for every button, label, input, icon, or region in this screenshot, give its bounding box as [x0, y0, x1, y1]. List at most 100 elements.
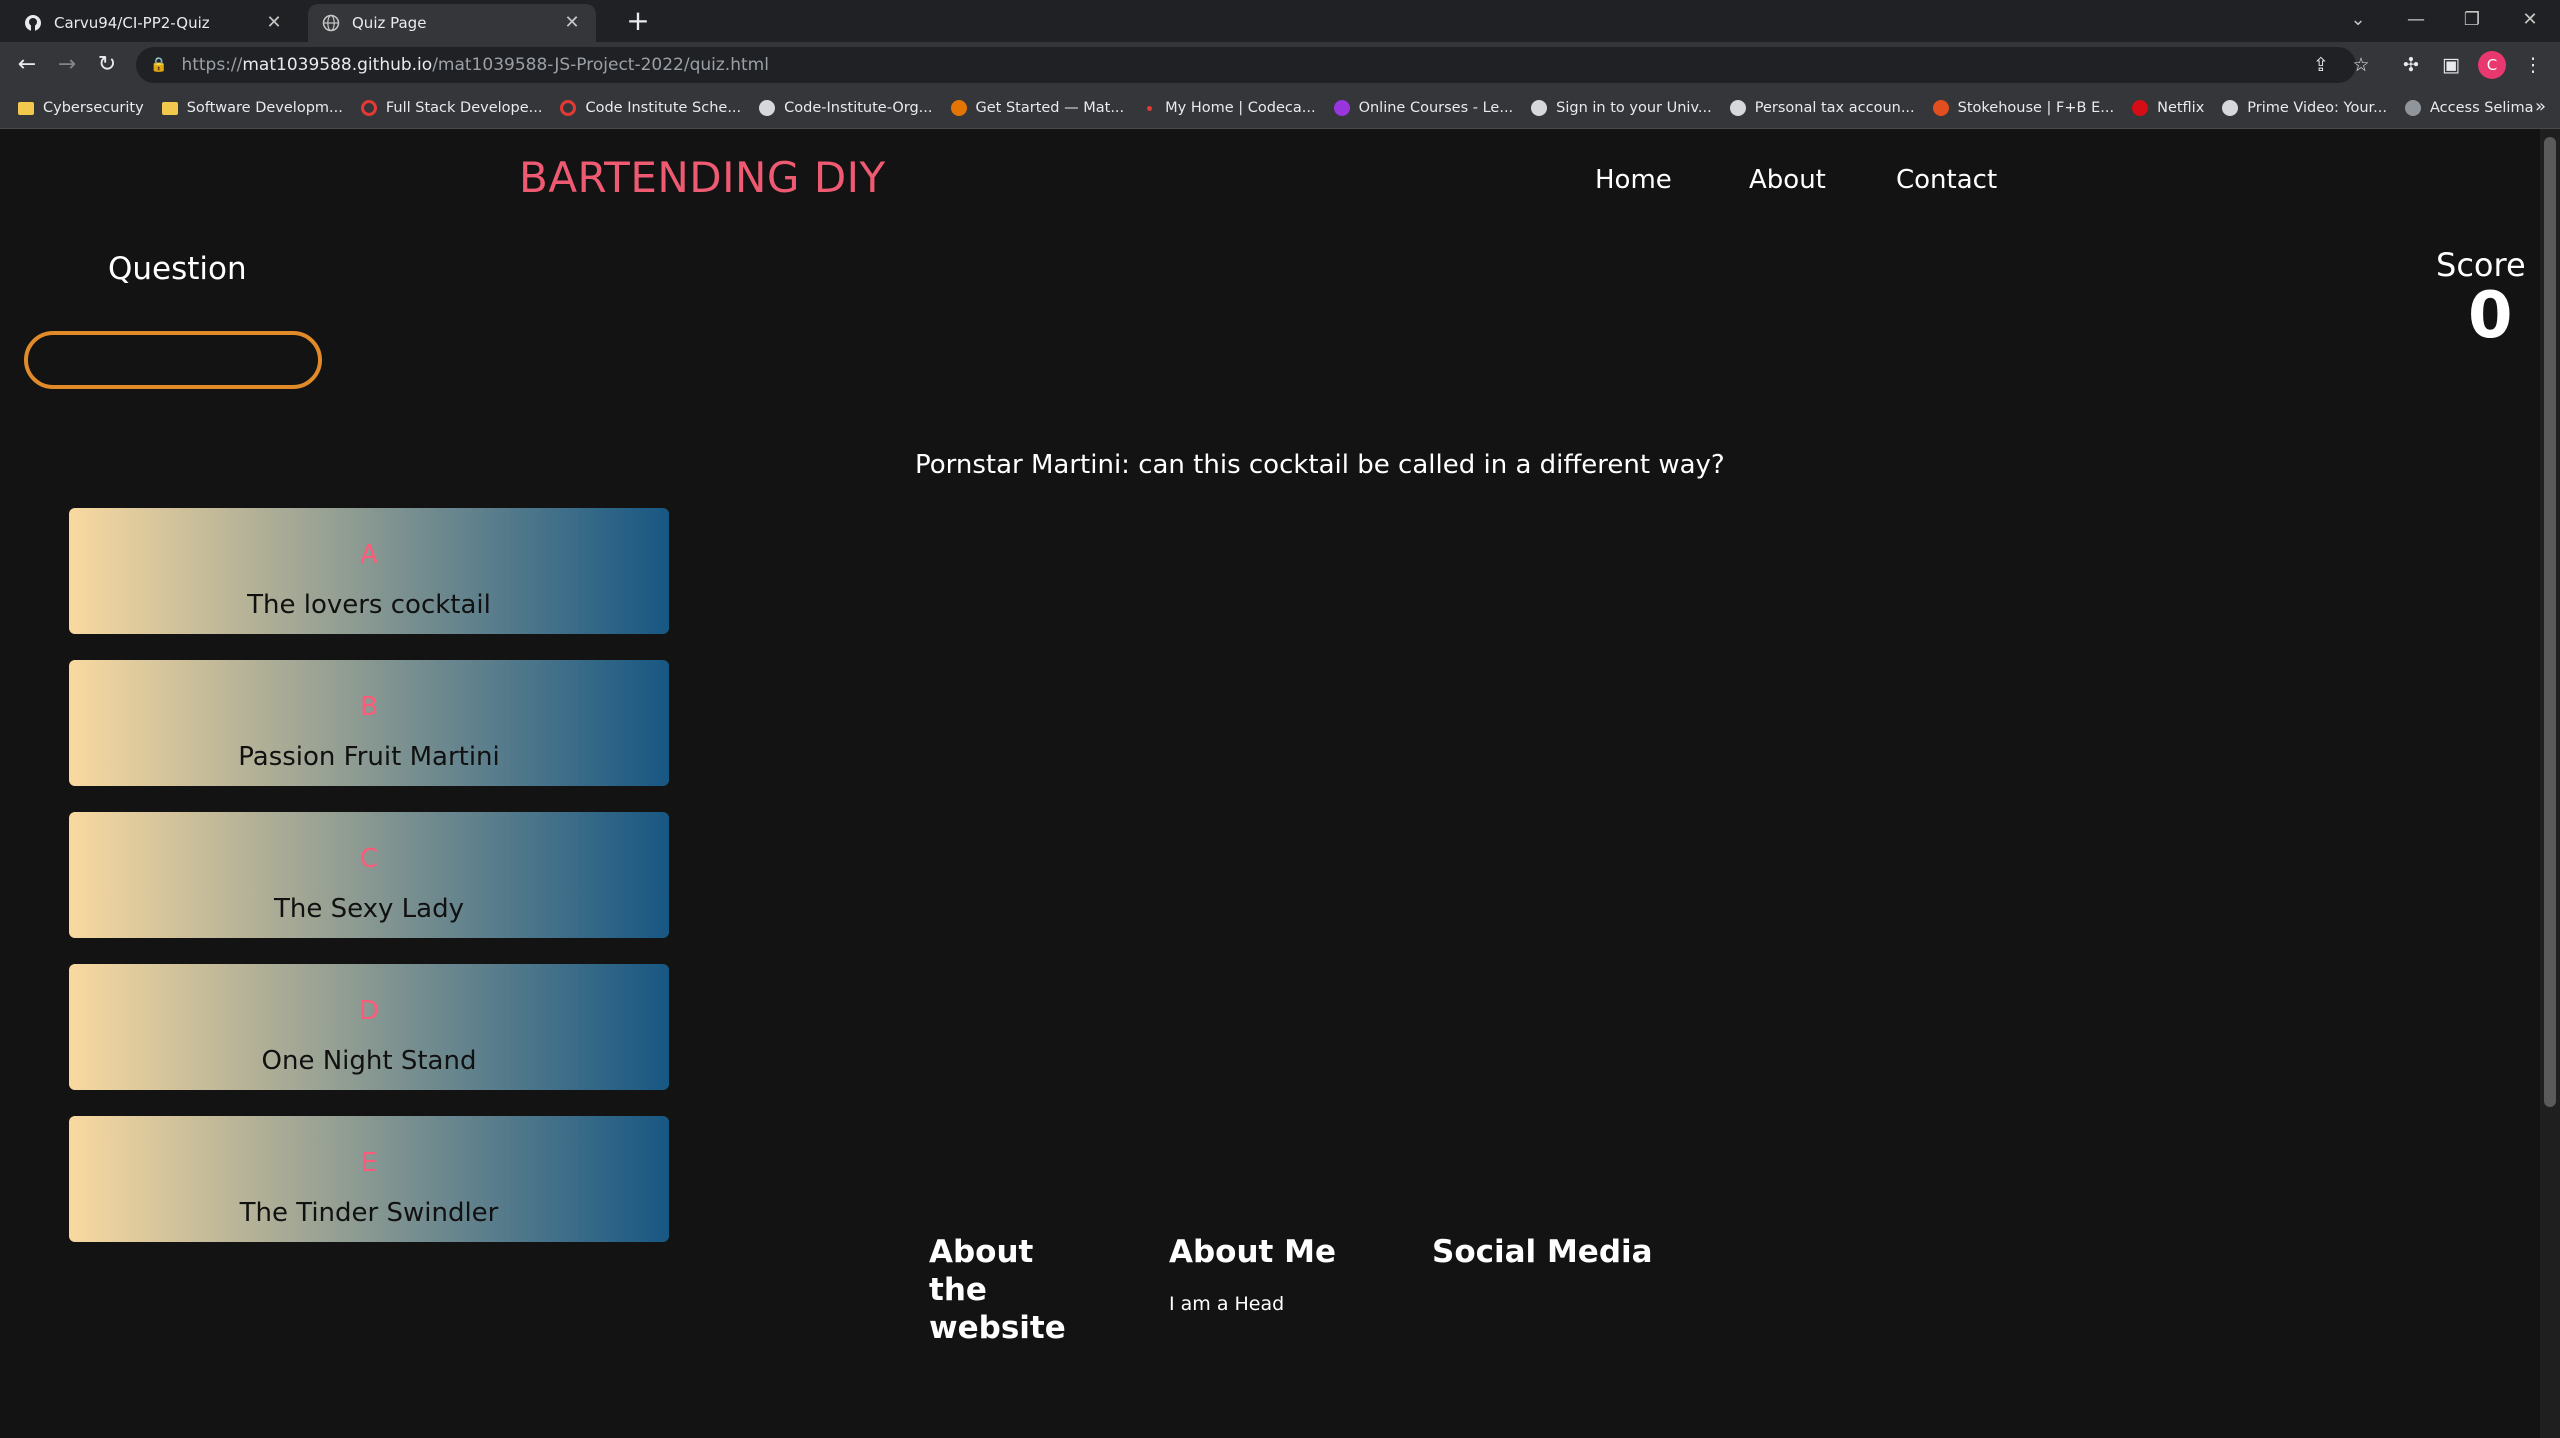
bookmark-label: Code-Institute-Org... — [784, 100, 933, 116]
new-tab-button[interactable]: + — [622, 6, 654, 38]
question-text: Pornstar Martini: can this cocktail be c… — [915, 450, 1725, 480]
crown-icon — [1729, 100, 1746, 116]
share-icon[interactable]: ⇪ — [2306, 50, 2336, 80]
url-host: mat1039588.github.io — [242, 55, 433, 75]
bookmark-label: My Home | Codeca... — [1165, 100, 1316, 116]
answer-letter: B — [360, 692, 378, 722]
answer-text: Passion Fruit Martini — [238, 742, 500, 772]
scrollbar-thumb[interactable] — [2544, 137, 2556, 1107]
plus-icon — [1932, 100, 1949, 116]
answer-letter: D — [358, 996, 380, 1026]
question-counter-label: Question — [108, 251, 247, 287]
github-icon — [759, 100, 776, 116]
back-arrow-icon[interactable]: ← — [12, 50, 42, 80]
globe-icon — [322, 14, 340, 32]
footer-about-me-text: I am a Head — [1169, 1293, 1285, 1315]
bookmark-label: Netflix — [2157, 100, 2205, 116]
answer-button-d[interactable]: D One Night Stand — [69, 964, 669, 1090]
bookmark-label: Full Stack Develope... — [385, 100, 543, 116]
extensions-icon[interactable]: ✣ — [2396, 50, 2426, 80]
bookmark-label: Code Institute Sche... — [585, 100, 742, 116]
udemy-icon — [1333, 100, 1350, 116]
profile-avatar[interactable]: C — [2478, 51, 2506, 79]
menu-kebab-icon[interactable]: ⋮ — [2518, 50, 2548, 80]
bookmark-item[interactable]: Online Courses - Le... — [1333, 100, 1514, 116]
browser-tab-github[interactable]: Carvu94/CI-PP2-Quiz ✕ — [10, 4, 298, 42]
bookmark-label: Access Selima — [2430, 100, 2534, 116]
nav-home[interactable]: Home — [1595, 165, 1672, 195]
bookmarks-overflow-icon[interactable]: » — [2535, 96, 2546, 117]
nav-about[interactable]: About — [1749, 165, 1826, 195]
folder-icon — [161, 101, 178, 115]
bookmark-label: Online Courses - Le... — [1358, 100, 1514, 116]
browser-tab-bar: Carvu94/CI-PP2-Quiz ✕ Quiz Page ✕ + ⌄ — … — [0, 0, 2560, 42]
bookmark-item[interactable]: Software Developm... — [161, 100, 343, 116]
minimize-button[interactable]: — — [2396, 4, 2436, 36]
forward-arrow-icon[interactable]: → — [52, 50, 82, 80]
progress-bar — [24, 331, 322, 389]
bookmark-item[interactable]: Sign in to your Univ... — [1531, 100, 1712, 116]
bookmark-label: Cybersecurity — [43, 100, 144, 116]
answer-button-c[interactable]: C The Sexy Lady — [69, 812, 669, 938]
footer-heading-about-website: About the website — [929, 1234, 1066, 1346]
answer-text: The Sexy Lady — [273, 894, 464, 924]
amazon-icon — [2222, 100, 2239, 116]
bookmark-label: Prime Video: Your... — [2247, 100, 2388, 116]
close-tab-icon[interactable]: ✕ — [562, 13, 582, 33]
github-icon — [24, 14, 42, 32]
reload-icon[interactable]: ↻ — [92, 50, 122, 80]
bookmark-item[interactable]: Full Stack Develope... — [360, 100, 543, 116]
bookmark-item[interactable]: Get Started — Mat... — [950, 100, 1125, 116]
url-scheme: https:// — [181, 55, 243, 75]
bookmarks-bar: Cybersecurity Software Developm... Full St… — [0, 88, 2560, 129]
bookmark-item[interactable]: Personal tax accoun... — [1729, 100, 1915, 116]
bookmark-item[interactable]: Netflix — [2132, 100, 2204, 116]
score-value: 0 — [2468, 279, 2513, 353]
globe-icon — [2405, 100, 2422, 116]
bookmark-item[interactable]: Access Selima — [2405, 100, 2533, 116]
circle-icon — [360, 100, 377, 116]
answer-button-b[interactable]: B Passion Fruit Martini — [69, 660, 669, 786]
bookmark-label: Software Developm... — [186, 100, 343, 116]
page-scrollbar[interactable] — [2540, 129, 2560, 1438]
folder-icon — [18, 101, 34, 115]
bookmark-star-icon[interactable]: ☆ — [2346, 50, 2376, 80]
close-window-button[interactable]: ✕ — [2510, 4, 2550, 36]
answer-text: The Tinder Swindler — [239, 1198, 499, 1228]
restore-button[interactable]: ❐ — [2452, 4, 2492, 36]
tab-title: Carvu94/CI-PP2-Quiz — [54, 14, 210, 32]
dot-icon — [1147, 105, 1153, 111]
close-tab-icon[interactable]: ✕ — [264, 13, 284, 33]
answer-text: One Night Stand — [261, 1046, 477, 1076]
footer-heading-social-media: Social Media — [1432, 1234, 1653, 1270]
answer-button-a[interactable]: A The lovers cocktail — [69, 508, 669, 634]
bookmark-item[interactable]: Code Institute Sche... — [560, 100, 741, 116]
bookmark-item[interactable]: Code-Institute-Org... — [759, 100, 933, 116]
tab-search-icon[interactable]: ⌄ — [2338, 4, 2378, 36]
bookmark-item[interactable]: My Home | Codeca... — [1142, 100, 1316, 116]
address-bar[interactable]: 🔒 https://mat1039588.github.io/mat103958… — [136, 47, 2356, 83]
bookmark-label: Personal tax accoun... — [1754, 100, 1915, 116]
answer-text: The lovers cocktail — [247, 590, 491, 620]
footer-heading-about-me: About Me — [1169, 1234, 1337, 1270]
bookmark-item[interactable]: Stokehouse | F+B E... — [1932, 100, 2115, 116]
answer-button-e[interactable]: E The Tinder Swindler — [69, 1116, 669, 1242]
circle-icon — [560, 100, 577, 116]
answer-letter: A — [360, 540, 378, 570]
bookmark-label: Stokehouse | F+B E... — [1957, 100, 2115, 116]
netflix-icon — [2132, 100, 2149, 116]
url-path: /mat1039588-JS-Project-2022/quiz.html — [432, 55, 769, 75]
bookmark-item[interactable]: Prime Video: Your... — [2222, 100, 2387, 116]
g-icon — [950, 100, 967, 116]
side-panel-icon[interactable]: ▣ — [2436, 50, 2466, 80]
browser-tab-quiz-page[interactable]: Quiz Page ✕ — [308, 4, 596, 42]
answer-letter: C — [359, 844, 379, 874]
brand-logo[interactable]: BARTENDING DIY — [519, 153, 886, 202]
browser-toolbar: ← → ↻ 🔒 https://mat1039588.github.io/mat… — [0, 42, 2560, 88]
nav-contact[interactable]: Contact — [1896, 165, 1997, 195]
crown-icon — [1531, 100, 1548, 116]
lock-icon: 🔒 — [150, 57, 168, 73]
answer-letter: E — [360, 1148, 378, 1178]
bookmark-label: Get Started — Mat... — [975, 100, 1125, 116]
bookmark-item[interactable]: Cybersecurity — [18, 100, 144, 116]
